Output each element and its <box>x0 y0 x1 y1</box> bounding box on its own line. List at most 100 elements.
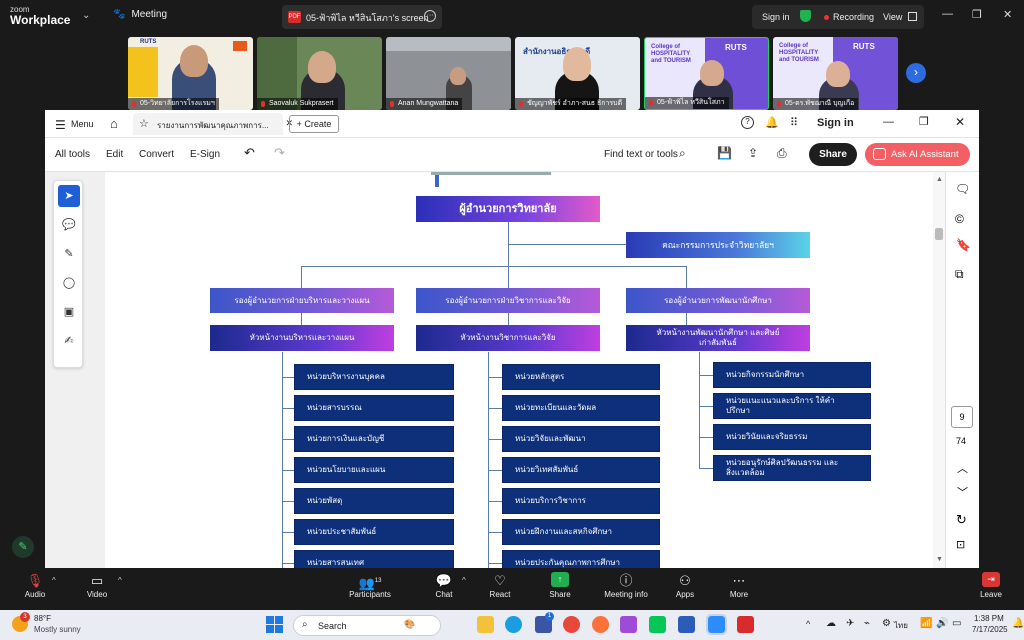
copyright-icon[interactable]: © <box>955 212 964 226</box>
notifications-icon[interactable]: 🔔 <box>1012 618 1024 629</box>
fit-page-icon[interactable]: ⊡ <box>956 538 965 551</box>
participant-tile[interactable]: College of HOSPITALITY and TOURISM RUTS 05… <box>773 37 898 110</box>
chevron-up-icon[interactable]: ^ <box>52 576 56 585</box>
file-explorer-icon[interactable] <box>477 616 494 633</box>
chat-button[interactable]: 💬 Chat <box>430 572 458 599</box>
chevron-up-icon[interactable]: ^ <box>118 576 122 585</box>
undo-icon[interactable]: ↶ <box>244 145 255 161</box>
audio-button[interactable]: 🎙 Audio <box>20 572 50 599</box>
shape-tool-icon[interactable]: ◯ <box>58 272 80 294</box>
participant-tile[interactable]: RUTS 05-วิทยาลัยการโรงแรมฯ <box>128 37 253 110</box>
print-icon[interactable]: ⎙ <box>777 146 787 161</box>
find-button[interactable]: Find text or tools <box>604 149 678 160</box>
next-page-icon[interactable]: › <box>906 63 926 83</box>
minimize-icon[interactable]: — <box>942 8 953 20</box>
document-tab[interactable]: ☆ รายงานการพัฒนาคุณภาพการ... ✕ <box>133 113 293 135</box>
clock-time[interactable]: 1:38 PM <box>974 614 1004 623</box>
clock-date[interactable]: 7/17/2025 <box>972 625 1008 634</box>
scroll-up-icon[interactable]: ▲ <box>936 176 943 183</box>
volume-icon[interactable]: 🔊 <box>936 618 948 629</box>
rotate-icon[interactable]: ↻ <box>956 512 967 528</box>
copilot-icon[interactable] <box>620 616 637 633</box>
text-box-tool-icon[interactable]: ▣ <box>58 301 80 323</box>
scroll-down-icon[interactable]: ▼ <box>936 556 943 563</box>
annotate-pen-icon[interactable]: ✎ <box>12 536 34 558</box>
taskbar-search[interactable]: ⌕ Search 🎨 <box>293 615 441 636</box>
language-indicator[interactable]: ไทย <box>894 619 908 632</box>
help-icon[interactable]: ? <box>741 116 754 129</box>
view-button[interactable]: View <box>883 12 902 22</box>
react-button[interactable]: ♡ React <box>484 572 516 599</box>
redo-icon[interactable]: ↷ <box>274 145 285 161</box>
acrobat-icon[interactable] <box>737 616 754 633</box>
recording-label[interactable]: Recording <box>833 12 874 22</box>
close-icon[interactable]: ✕ <box>1003 8 1012 21</box>
search-icon[interactable]: ⌕ <box>679 146 686 161</box>
zoom-icon[interactable] <box>706 614 727 635</box>
windows-start-icon[interactable] <box>266 616 283 633</box>
bookmark-icon[interactable]: 🔖 <box>956 238 971 252</box>
tray-app-icon[interactable]: ☁ <box>826 618 836 629</box>
wifi-icon[interactable]: 📶 <box>920 618 932 629</box>
comment-tool-icon[interactable]: 💬 <box>58 214 80 236</box>
select-tool-icon[interactable]: ➤ <box>58 185 80 207</box>
meeting-menu[interactable]: 🐾 Meeting <box>113 9 167 20</box>
shared-screen-tab[interactable]: PDF 05-ฟ้าพิไล หวีสินโสภา's screen ··· <box>282 5 442 29</box>
restore-icon[interactable]: ❐ <box>919 115 929 128</box>
page-up-icon[interactable]: ︿ <box>957 460 968 476</box>
line-icon[interactable] <box>649 616 666 633</box>
participant-tile[interactable]: Saovaluk Sukprasert <box>257 37 382 110</box>
chevron-up-icon[interactable]: ^ <box>462 576 466 585</box>
battery-icon[interactable]: ▭ <box>952 618 961 629</box>
tray-app-icon[interactable]: ⚙ <box>882 618 891 629</box>
scrollbar-thumb[interactable] <box>935 228 943 240</box>
page-down-icon[interactable]: ﹀ <box>957 484 968 500</box>
share-button[interactable]: Share <box>809 143 857 166</box>
view-grid-icon[interactable] <box>908 12 917 21</box>
convert-button[interactable]: Convert <box>139 149 174 160</box>
more-button[interactable]: ⋯ More <box>724 572 754 599</box>
sign-in-button[interactable]: Sign in <box>762 12 790 22</box>
participant-tile[interactable]: Anan Mungwattana <box>386 37 511 110</box>
chevron-down-icon[interactable]: ⌄ <box>82 10 90 21</box>
upload-icon[interactable]: ⇪ <box>748 146 758 160</box>
pen-tool-icon[interactable]: ✎ <box>58 243 80 265</box>
create-button[interactable]: + Create <box>289 115 339 133</box>
participant-tile[interactable]: สำนักงานอธิการบดี ชัญญาพัชร์ อำภา-สนธ ธิ… <box>515 37 640 110</box>
all-tools-button[interactable]: All tools <box>55 149 90 160</box>
video-button[interactable]: ▭ Video <box>82 572 112 599</box>
ai-assistant-button[interactable]: Ask AI Assistant <box>865 143 970 166</box>
edit-button[interactable]: Edit <box>106 149 123 160</box>
close-icon[interactable]: ✕ <box>955 115 965 129</box>
word-icon[interactable] <box>678 616 695 633</box>
save-icon[interactable]: 💾 <box>717 146 732 160</box>
more-icon[interactable]: ··· <box>424 10 436 22</box>
bell-icon[interactable]: 🔔 <box>765 116 779 129</box>
apps-button[interactable]: ⚇ Apps <box>670 572 700 599</box>
maximize-icon[interactable]: ❐ <box>972 8 982 21</box>
zoom-share-button[interactable]: ↑ Share <box>544 572 576 599</box>
tray-app-icon[interactable]: ⌁ <box>864 618 870 629</box>
fill-sign-tool-icon[interactable]: ✍ <box>58 330 80 352</box>
apps-grid-icon[interactable]: ⠿ <box>790 116 798 129</box>
menu-button[interactable]: Menu <box>71 119 94 129</box>
hamburger-icon[interactable]: ☰ <box>55 118 66 132</box>
edge-icon[interactable] <box>505 616 522 633</box>
tray-chevron-icon[interactable]: ^ <box>806 619 810 629</box>
tray-app-icon[interactable]: ✈ <box>846 618 854 629</box>
participants-button[interactable]: 👥13 Participants <box>344 572 396 599</box>
page-number-input[interactable]: 9 <box>951 406 973 428</box>
minimize-icon[interactable]: — <box>883 116 894 128</box>
leave-button[interactable]: ⇥ Leave <box>976 572 1006 599</box>
firefox-icon[interactable] <box>592 616 609 633</box>
home-icon[interactable]: ⌂ <box>110 116 118 131</box>
meeting-info-button[interactable]: ⓘ Meeting info <box>598 572 654 599</box>
star-icon[interactable]: ☆ <box>139 117 149 130</box>
chrome-icon[interactable] <box>563 616 580 633</box>
esign-button[interactable]: E-Sign <box>190 149 220 160</box>
participant-tile-active[interactable]: College of HOSPITALITY and TOURISM RUTS 05… <box>644 37 769 110</box>
comment-panel-icon[interactable]: 🗨 <box>955 182 970 196</box>
pages-icon[interactable]: ⧉ <box>955 267 964 282</box>
vertical-scrollbar[interactable]: ▲ ▼ <box>933 172 945 568</box>
acrobat-sign-in-button[interactable]: Sign in <box>817 117 854 129</box>
